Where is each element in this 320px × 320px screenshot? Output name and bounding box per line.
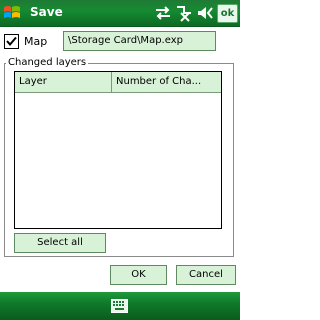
select-all-button[interactable]: Select all bbox=[14, 233, 106, 253]
title-ok-button[interactable]: ok bbox=[217, 4, 238, 23]
save-dialog: Save ok Map \Storage Card\Map.exp Change… bbox=[0, 0, 240, 320]
cancel-button[interactable]: Cancel bbox=[176, 265, 236, 285]
volume-icon[interactable] bbox=[196, 4, 214, 22]
windows-start-icon[interactable] bbox=[2, 3, 22, 23]
changed-layers-legend: Changed layers bbox=[6, 57, 89, 68]
map-checkbox[interactable] bbox=[4, 34, 19, 49]
column-header-number-of-changes[interactable]: Number of Cha... bbox=[112, 72, 208, 92]
map-row: Map \Storage Card\Map.exp bbox=[4, 31, 236, 53]
no-signal-icon[interactable] bbox=[175, 4, 193, 22]
keyboard-icon[interactable] bbox=[111, 299, 128, 313]
soft-key-bar bbox=[0, 292, 240, 320]
map-path-field[interactable]: \Storage Card\Map.exp bbox=[63, 31, 216, 51]
map-label: Map bbox=[24, 35, 48, 48]
ok-button[interactable]: OK bbox=[110, 265, 167, 285]
connectivity-icon[interactable] bbox=[153, 4, 173, 22]
changed-layers-list[interactable]: Layer Number of Cha... bbox=[14, 71, 222, 229]
list-header: Layer Number of Cha... bbox=[15, 72, 221, 93]
checkmark-icon bbox=[6, 36, 17, 47]
column-header-layer[interactable]: Layer bbox=[15, 72, 112, 92]
title-bar: Save ok bbox=[0, 0, 240, 27]
window-title: Save bbox=[30, 5, 63, 19]
